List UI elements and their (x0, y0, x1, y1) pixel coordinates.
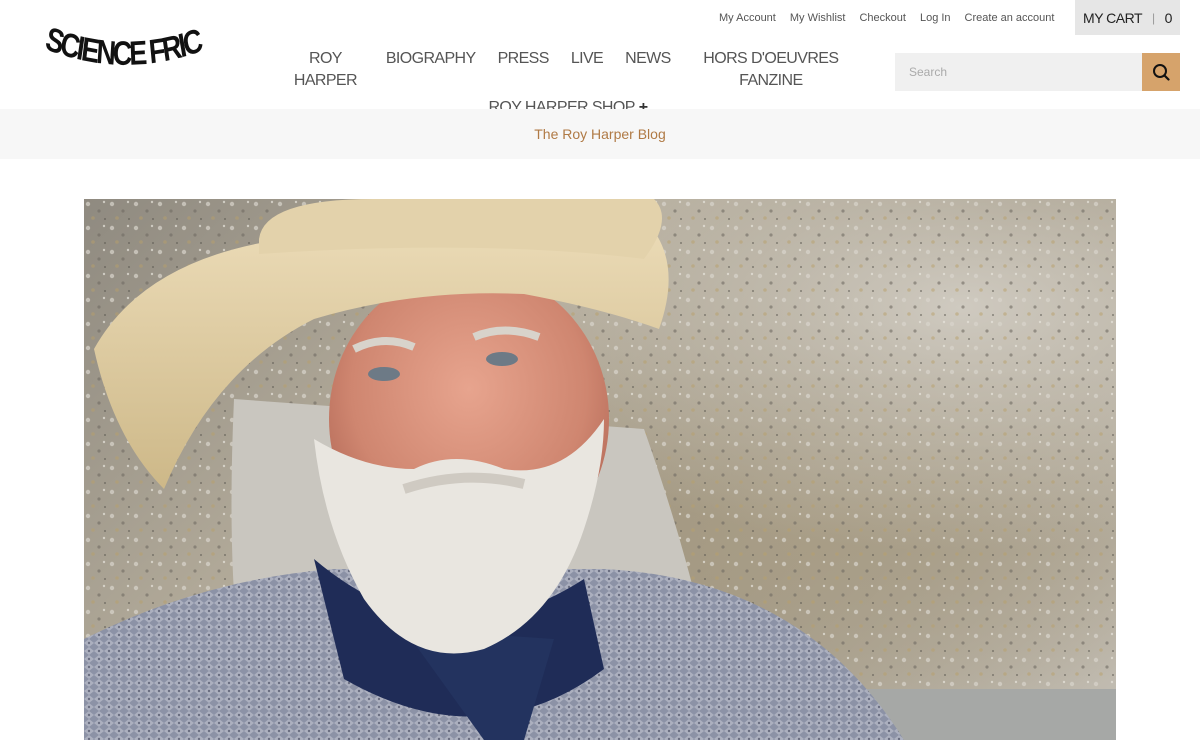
account-links: My Account My Wishlist Checkout Log In C… (712, 12, 1061, 24)
search-form (895, 53, 1180, 91)
svg-text:SCIENCE FRICTION: SCIENCE FRICTION (40, 26, 206, 73)
cart-button[interactable]: MY CART | 0 (1075, 0, 1180, 35)
my-wishlist-link[interactable]: My Wishlist (783, 12, 853, 24)
search-input[interactable] (895, 53, 1142, 91)
nav-news[interactable]: NEWS (614, 48, 682, 92)
nav-live[interactable]: LIVE (560, 48, 614, 92)
my-account-link[interactable]: My Account (712, 12, 783, 24)
cart-separator: | (1152, 10, 1155, 25)
nav-biography[interactable]: BIOGRAPHY (375, 48, 487, 92)
nav-roy-harper[interactable]: ROY HARPER (276, 48, 375, 92)
search-button[interactable] (1142, 53, 1180, 91)
nav-fanzine[interactable]: HORS D'OEUVRES FANZINE (682, 48, 860, 92)
cart-label: MY CART (1083, 9, 1143, 26)
login-link[interactable]: Log In (913, 12, 958, 24)
cart-count: 0 (1164, 9, 1173, 26)
site-logo[interactable]: SCIENCE FRICTION (31, 0, 212, 86)
page-title: The Roy Harper Blog (534, 126, 666, 142)
logo-wordmark: SCIENCE FRICTION (31, 0, 209, 73)
search-icon (1153, 64, 1170, 81)
hero-image (84, 199, 1116, 740)
portrait-illustration (84, 199, 1116, 740)
checkout-link[interactable]: Checkout (852, 12, 912, 24)
create-account-link[interactable]: Create an account (958, 12, 1062, 24)
page-title-band: The Roy Harper Blog (0, 109, 1200, 159)
nav-press[interactable]: PRESS (487, 48, 560, 92)
